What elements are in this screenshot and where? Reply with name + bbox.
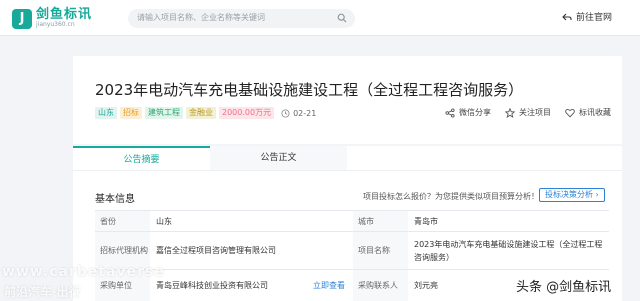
province-value: 山东 <box>156 216 172 226</box>
tag-finance: 金融业 <box>186 107 216 119</box>
star-icon <box>505 107 515 118</box>
project-header-card: 2023年电动汽车充电基础设施建设工程（全过程工程咨询服务） 山东 招标 建筑工… <box>73 56 622 144</box>
tag-industry: 建筑工程 <box>145 107 183 119</box>
agency-value: 嘉信全过程项目咨询管理有限公司 <box>156 246 276 255</box>
heart-icon <box>565 108 575 117</box>
collect-label: 标讯收藏 <box>579 108 611 117</box>
tag-region: 山东 <box>95 107 117 119</box>
project-title: 2023年电动汽车充电基础设施建设工程（全过程工程咨询服务） <box>95 81 524 99</box>
tag-stage: 招标 <box>120 107 142 119</box>
tab-full-text[interactable]: 公告正文 <box>210 146 347 170</box>
tab-summary[interactable]: 公告摘要 <box>73 146 210 170</box>
view-buyer-link[interactable]: 立即查看 <box>313 270 345 301</box>
publish-date-text: 02-21 <box>293 108 317 118</box>
share-icon <box>445 107 455 118</box>
official-site-label: 前往官网 <box>576 13 613 23</box>
wechat-share-button[interactable]: 微信分享 <box>445 107 491 118</box>
bid-decision-analysis-button[interactable]: 投标决策分析 › <box>539 188 605 202</box>
city-label: 城市 <box>353 211 408 231</box>
watermark-site: www.carbetaverse <box>2 264 165 280</box>
contact-label: 采购联系人 <box>353 270 408 301</box>
back-arrow-icon <box>562 13 572 20</box>
watermark-toutiao: 头条 @剑鱼标讯 <box>516 276 611 295</box>
province-label: 省份 <box>95 211 150 231</box>
watermark-brand: 前沿汽车·出行 <box>4 285 81 299</box>
follow-project-button[interactable]: 关注项目 <box>505 107 551 118</box>
brand-logo[interactable]: J 剑鱼标讯 jianyu360.cn <box>12 8 92 29</box>
search-input[interactable]: 请输入项目名称、企业名称等关键词 <box>128 9 355 28</box>
follow-project-label: 关注项目 <box>519 108 551 117</box>
budget-analysis-prompt: 项目投标怎么报价？为您提供类似项目预算分析！ <box>363 192 539 201</box>
top-bar: J 剑鱼标讯 jianyu360.cn 请输入项目名称、企业名称等关键词 前往官… <box>0 0 640 36</box>
info-row: 省份 山东 城市 青岛市 <box>95 210 609 231</box>
brand-domain: jianyu360.cn <box>36 21 75 28</box>
city-value: 青岛市 <box>414 216 438 226</box>
buyer-value: 青岛豆峰科技创业投资有限公司 立即查看 <box>150 270 353 301</box>
buyer-name: 青岛豆峰科技创业投资有限公司 <box>156 281 268 290</box>
search-placeholder: 请输入项目名称、企业名称等关键词 <box>137 13 265 22</box>
tag-amount: 2000.00万元 <box>219 107 275 119</box>
publish-date: 02-21 <box>281 109 316 118</box>
basic-info-title: 基本信息 <box>95 194 135 205</box>
tab-divider <box>73 170 622 171</box>
official-site-link[interactable]: 前往官网 <box>562 10 612 23</box>
brand-logo-mark: J <box>12 8 32 29</box>
info-row: 招标代理机构 嘉信全过程项目咨询管理有限公司 项目名称 2023年电动汽车充电基… <box>95 231 609 269</box>
watermark-toutiao-text: 头条 @剑鱼标讯 <box>516 280 612 295</box>
project-actions: 微信分享 关注项目 标讯收藏 <box>445 107 625 118</box>
project-name-label: 项目名称 <box>353 232 408 269</box>
brand-name: 剑鱼标讯 <box>36 7 93 22</box>
project-name-value: 2023年电动汽车充电基础设施建设工程（全过程工程咨询服务） <box>414 239 603 262</box>
collect-button[interactable]: 标讯收藏 <box>565 107 611 118</box>
wechat-share-label: 微信分享 <box>459 108 491 117</box>
search-icon[interactable] <box>337 13 347 23</box>
project-tags: 山东 招标 建筑工程 金融业 2000.00万元 02-21 <box>95 107 316 119</box>
clock-icon <box>281 108 290 118</box>
